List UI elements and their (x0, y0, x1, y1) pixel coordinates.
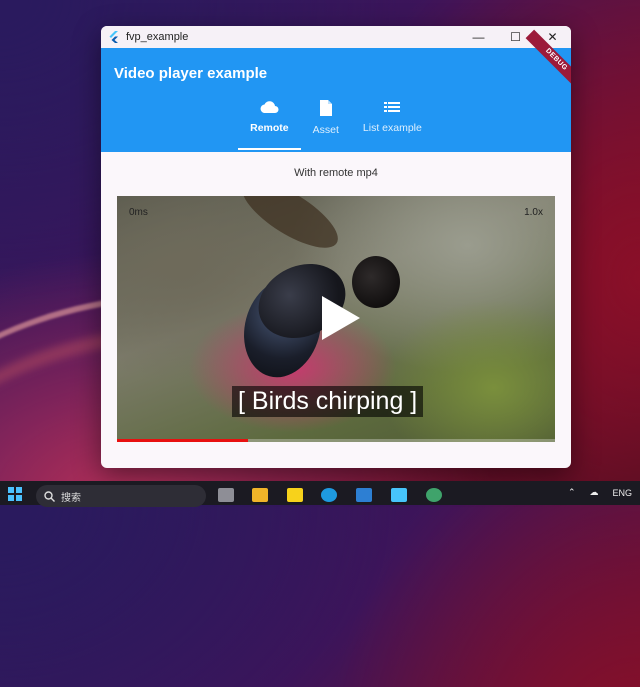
weather-cloud-icon[interactable]: ☁ (589, 487, 598, 498)
active-tab-indicator (238, 148, 301, 150)
sticky-notes-icon[interactable] (287, 488, 303, 502)
tab-label: Asset (312, 124, 339, 136)
page-title: Video player example (114, 65, 268, 82)
windows-start-button[interactable] (8, 487, 22, 501)
app-bar: Video player example DEBUG Remote Asset (101, 29, 571, 152)
app-window: fvp_example — ☐ ✕ Video player example D… (101, 26, 571, 468)
taskbar-search[interactable]: 搜索 (36, 485, 206, 507)
search-placeholder: 搜索 (61, 492, 81, 504)
close-icon: ✕ (547, 30, 558, 44)
cloud-icon (260, 101, 279, 113)
taskbar: 搜索 ⌃ ☁ ENG (0, 481, 640, 507)
task-view-icon[interactable] (218, 488, 234, 502)
language-indicator[interactable]: ENG (612, 488, 632, 498)
start-icon-tile (8, 495, 14, 501)
chevron-up-icon[interactable]: ⌃ (568, 487, 576, 498)
globe-app-icon[interactable] (426, 488, 442, 502)
tab-remote[interactable]: Remote (238, 96, 301, 152)
playback-speed[interactable]: 1.0x (524, 207, 543, 218)
video-player[interactable]: 0ms 1.0x [ Birds chirping ] (117, 196, 555, 442)
play-icon[interactable] (322, 296, 360, 340)
file-explorer-icon[interactable] (252, 488, 268, 502)
system-tray: ⌃ ☁ ENG (568, 487, 632, 498)
start-icon-tile (16, 495, 22, 501)
start-icon-tile (8, 487, 14, 493)
window-title: fvp_example (126, 31, 189, 43)
tab-label: Remote (250, 122, 289, 134)
tab-bar: Remote Asset List example (101, 96, 571, 152)
start-icon-tile (16, 487, 22, 493)
tab-label: List example (362, 122, 422, 134)
list-icon (384, 102, 401, 112)
file-icon (319, 100, 332, 116)
video-frame-wing (232, 196, 348, 261)
subtitle-caption: [ Birds chirping ] (232, 386, 424, 417)
minimize-button[interactable]: — (460, 26, 497, 48)
tab-list-example[interactable]: List example (351, 96, 434, 152)
tab-asset[interactable]: Asset (301, 96, 351, 152)
vscode-icon[interactable] (356, 488, 372, 502)
maximize-icon: ☐ (510, 30, 521, 44)
title-bar[interactable]: fvp_example — ☐ ✕ (101, 26, 571, 48)
flutter-app-icon[interactable] (391, 488, 407, 502)
progress-bar[interactable] (117, 439, 555, 442)
flutter-logo-icon (109, 31, 118, 43)
search-icon (44, 490, 55, 502)
section-subtitle: With remote mp4 (294, 167, 378, 179)
edge-browser-icon[interactable] (321, 488, 337, 502)
progress-fill (117, 439, 249, 442)
minimize-icon: — (472, 30, 485, 44)
playback-position: 0ms (129, 207, 148, 218)
